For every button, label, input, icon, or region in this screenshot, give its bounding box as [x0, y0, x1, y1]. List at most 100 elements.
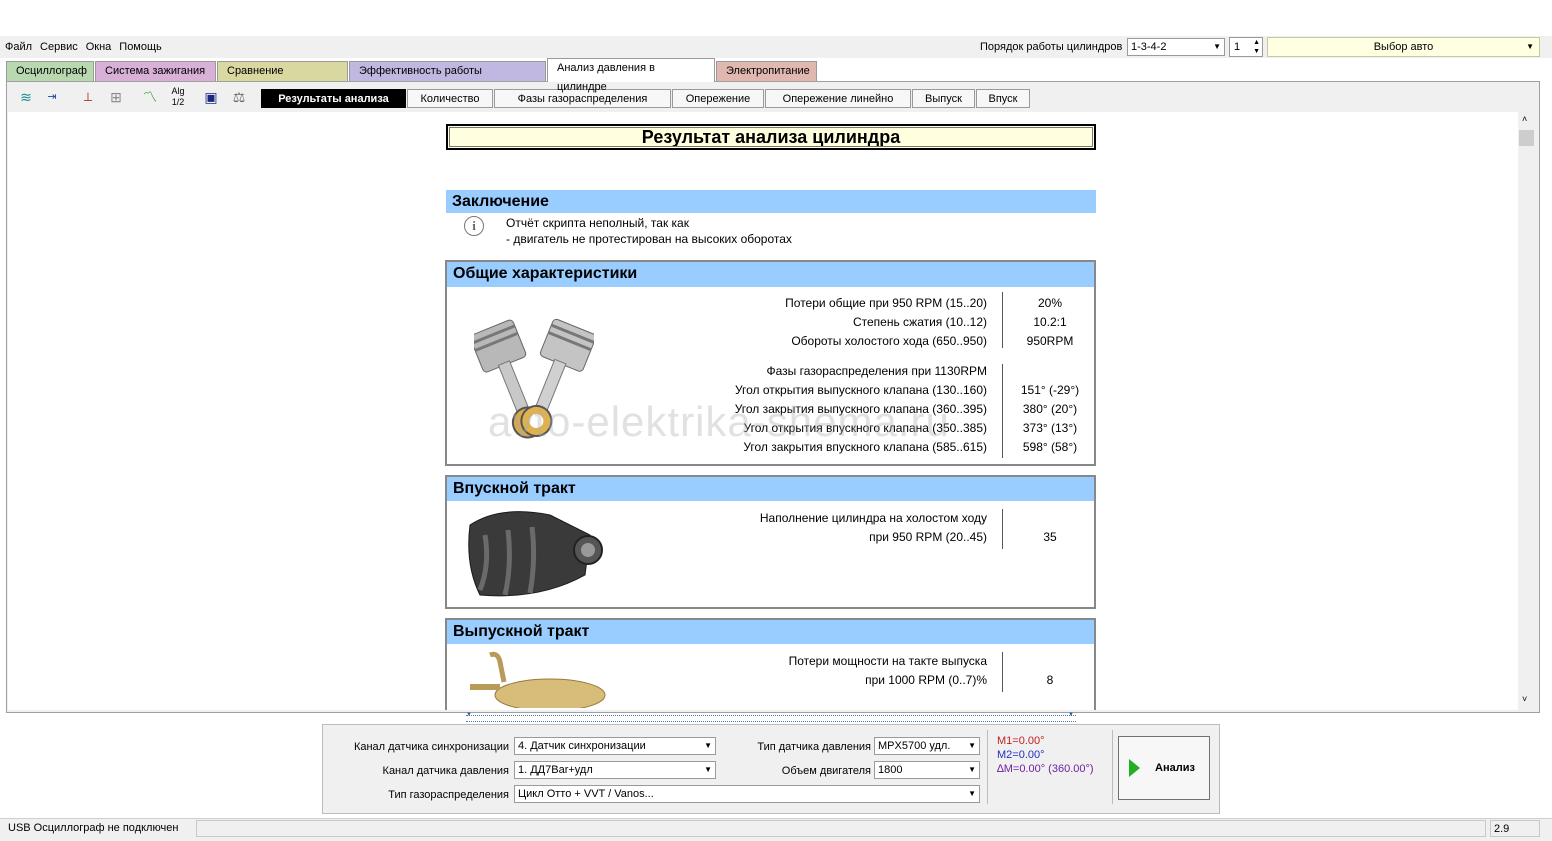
vertical-scrollbar[interactable]: ˄ ˅: [1518, 112, 1536, 710]
tab-cylinder-efficiency[interactable]: Эффективность работы цилиндров: [349, 61, 546, 96]
tab-power-supply[interactable]: Электропитание: [716, 61, 817, 81]
marker-delta: ∆M=0.00° (360.00°): [997, 763, 1094, 775]
subtab-advance-linear[interactable]: Опережение линейно: [765, 89, 911, 108]
compression-label: Степень сжатия (10..12): [852, 315, 987, 329]
arrow-up-icon[interactable]: ▲: [1253, 39, 1260, 47]
exhaust-close-value: 380° (20°): [1022, 402, 1078, 416]
engine-volume-label: Объем двигателя: [781, 765, 871, 777]
divider: [987, 730, 988, 804]
idle-rpm-label: Обороты холостого хода (650..950): [791, 334, 987, 348]
exhaust-heading: Выпускной тракт: [447, 620, 1094, 644]
muffler-image: [470, 651, 606, 708]
save-icon[interactable]: ▣: [199, 85, 223, 109]
tab-cylinder-pressure[interactable]: Анализ давления в цилиндре: [547, 58, 715, 93]
divider: [1112, 730, 1113, 804]
info-icon: i: [464, 216, 484, 236]
cylinder-fill-value: 35: [1043, 530, 1057, 544]
scales-icon[interactable]: ⚖: [227, 85, 251, 109]
trend-icon[interactable]: 〽: [138, 85, 162, 109]
tab-ignition-system[interactable]: Система зажигания: [95, 61, 216, 81]
tab-cylinder-comparison[interactable]: Сравнение цилиндров: [217, 61, 348, 96]
marker-m1: M1=0.00°: [997, 735, 1045, 747]
sync-channel-select[interactable]: 4. Датчик синхронизации ▼: [514, 737, 716, 755]
counter-icon[interactable]: ⇥: [40, 85, 64, 109]
subtab-quantity[interactable]: Количество: [407, 89, 493, 108]
pressure-channel-select[interactable]: 1. ДД7Bar+удл ▼: [514, 761, 716, 779]
cylinder-order-select[interactable]: 1-3-4-2 ▼: [1127, 38, 1225, 56]
panel-splitter[interactable]: [466, 715, 1076, 722]
subtab-exhaust[interactable]: Выпуск: [912, 89, 975, 108]
analyze-label: Анализ: [1155, 762, 1195, 774]
watermark: avto-elektrika-shema.ru: [488, 398, 950, 445]
intake-close-value: 598° (58°): [1022, 440, 1078, 454]
divider: [1002, 292, 1003, 348]
divider: [1002, 509, 1003, 549]
triangle-down-icon: ▼: [1068, 712, 1074, 718]
general-heading: Общие характеристики: [447, 262, 1094, 287]
subtab-intake[interactable]: Впуск: [976, 89, 1030, 108]
intake-manifold-image: [468, 511, 603, 597]
exhaust-loss-rpm-label: при 1000 RPM (0..7)%: [865, 673, 987, 687]
subtab-advance[interactable]: Опережение: [672, 89, 764, 108]
cylinder-number-stepper[interactable]: 1 ▲ ▼: [1229, 37, 1263, 57]
cylinder-number-value: 1: [1234, 41, 1241, 53]
car-select-label: Выбор авто: [1373, 41, 1434, 53]
engine-volume-select[interactable]: 1800 ▼: [874, 761, 980, 779]
idle-rpm-value: 950RPM: [1026, 334, 1074, 348]
triangle-down-icon: ▼: [466, 712, 472, 718]
menu-windows[interactable]: Окна: [83, 36, 115, 58]
menu-service[interactable]: Сервис: [37, 36, 81, 58]
chevron-down-icon: ▼: [1213, 42, 1221, 51]
timing-type-value: Цикл Отто + VVT / Vanos...: [518, 788, 654, 800]
marker-m2: M2=0.00°: [997, 749, 1045, 761]
pressure-channel-value: 1. ДД7Bar+удл: [518, 764, 593, 776]
car-select[interactable]: Выбор авто ▼: [1267, 37, 1540, 57]
status-version: 2.9: [1490, 820, 1540, 837]
chevron-down-icon: ▼: [704, 765, 712, 774]
exhaust-loss-value: 8: [1046, 673, 1054, 687]
status-bar: USB Осциллограф не подключен 2.9: [0, 818, 1552, 841]
algorithm-icon[interactable]: Alg 1/2: [166, 85, 190, 110]
sensor-type-label: Тип датчика давления: [757, 741, 871, 753]
pressure-channel-label: Канал датчика давления: [382, 765, 509, 777]
chevron-down-icon: ▼: [968, 741, 976, 750]
timing-type-select[interactable]: Цикл Отто + VVT / Vanos... ▼: [514, 785, 980, 803]
chevron-down-icon: ▼: [968, 789, 976, 798]
waveform-icon[interactable]: ≋: [14, 85, 38, 109]
sync-channel-value: 4. Датчик синхронизации: [518, 740, 646, 752]
cylinder-fill-label: Наполнение цилиндра на холостом ходу: [759, 511, 987, 525]
sensor-type-value: MPX5700 удл.: [878, 740, 951, 752]
intake-heading: Впускной тракт: [447, 477, 1094, 501]
engine-volume-value: 1800: [878, 764, 903, 776]
conclusion-line-1: Отчёт скрипта неполный, так как: [506, 216, 689, 230]
scroll-down-icon[interactable]: ˅: [1522, 694, 1527, 704]
timing-type-label: Тип газораспределения: [388, 789, 509, 801]
report-title: Результат анализа цилиндра: [446, 124, 1096, 150]
analyze-button[interactable]: Анализ: [1118, 736, 1210, 800]
sync-channel-label: Канал датчика синхронизации: [353, 741, 509, 753]
chevron-down-icon: ▼: [1526, 42, 1534, 51]
cylinder-order-label: Порядок работы цилиндров: [980, 41, 1123, 53]
cylinder-fill-rpm-label: при 950 RPM (20..45): [869, 530, 987, 544]
loss-value: 20%: [1037, 296, 1063, 310]
tab-oscilloscope[interactable]: Осциллограф: [6, 61, 94, 81]
chevron-down-icon: ▼: [704, 741, 712, 750]
subtab-results[interactable]: Результаты анализа: [261, 89, 406, 108]
menu-file[interactable]: Файл: [2, 36, 35, 58]
status-field: [196, 820, 1486, 837]
auto-scale-icon[interactable]: ⊥: [76, 85, 100, 109]
grid-icon[interactable]: ⊞: [104, 85, 128, 109]
scroll-up-icon[interactable]: ˄: [1522, 114, 1527, 124]
sensor-type-select[interactable]: MPX5700 удл. ▼: [874, 737, 980, 755]
arrow-down-icon[interactable]: ▼: [1253, 48, 1260, 56]
exhaust-loss-label: Потери мощности на такте выпуска: [788, 654, 987, 668]
intake-open-value: 373° (13°): [1022, 421, 1078, 435]
play-icon: [1129, 759, 1140, 777]
scroll-thumb[interactable]: [1519, 130, 1534, 146]
loss-label: Потери общие при 950 RPM (15..20): [785, 296, 987, 310]
menu-help[interactable]: Помощь: [116, 36, 165, 58]
exhaust-open-value: 151° (-29°): [1020, 383, 1080, 397]
divider: [1002, 364, 1003, 458]
chevron-down-icon: ▼: [968, 765, 976, 774]
status-connection: USB Осциллограф не подключен: [8, 822, 179, 834]
